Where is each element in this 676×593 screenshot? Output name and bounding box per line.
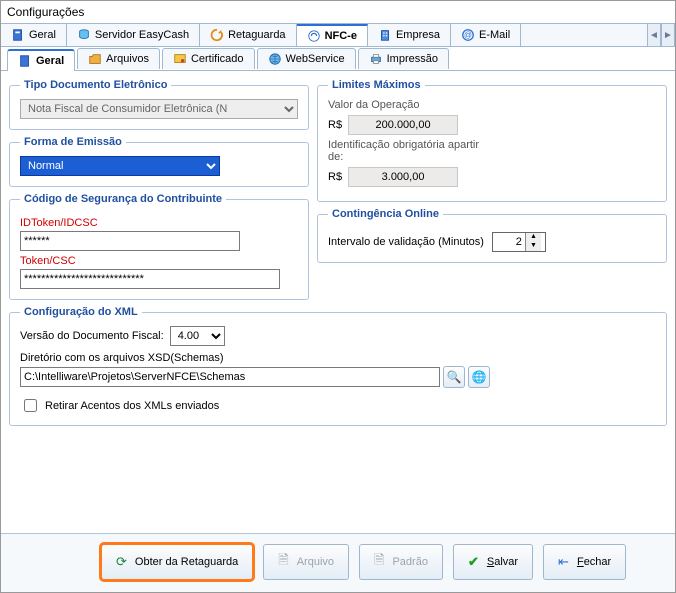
intervalo-spinner[interactable]: ▲ ▼ [492,232,546,252]
identificacao-label: Identificação obrigatória apartir de: [328,139,488,163]
obter-retaguarda-button[interactable]: ⟳ Obter da Retaguarda [101,544,253,580]
subtab-label: WebService [286,53,345,65]
refresh-icon: ⟳ [116,554,127,570]
group-limites-maximos: Limites Máximos Valor da Operação R$ 200… [317,79,667,202]
subtab-geral[interactable]: Geral [7,49,75,71]
retirar-acentos-label: Retirar Acentos dos XMLs enviados [45,400,219,412]
spinner-up[interactable]: ▲ [526,233,541,242]
group-tipo-documento: Tipo Documento Eletrônico Nota Fiscal de… [9,79,309,130]
button-label: Padrão [392,556,427,568]
group-forma-emissao: Forma de Emissão Normal [9,136,309,187]
padrao-button[interactable]: 🗎 Padrão [359,544,443,580]
tab-label: Servidor EasyCash [95,29,189,41]
search-icon: 🔍 [447,370,462,384]
group-config-xml: Configuração do XML Versão do Documento … [9,306,667,426]
certificate-icon [173,52,187,66]
content-area: Tipo Documento Eletrônico Nota Fiscal de… [1,71,675,533]
main-tabstrip: Geral Servidor EasyCash Retaguarda NFC-e… [1,23,675,47]
globe-download-icon: 🌐 [472,370,487,384]
arquivo-button[interactable]: 🗎 Arquivo [263,544,349,580]
group-legend: Tipo Documento Eletrônico [20,79,171,91]
valor-operacao-value: 200.000,00 [348,115,458,135]
valor-operacao-label: Valor da Operação [328,99,656,111]
forma-emissao-select[interactable]: Normal [20,156,220,176]
subtab-label: Certificado [191,53,244,65]
tab-label: NFC-e [325,30,357,42]
tab-servidor-easycash[interactable]: Servidor EasyCash [67,24,200,46]
versao-label: Versão do Documento Fiscal: [20,330,164,342]
subtab-webservice[interactable]: WebService [257,48,356,69]
tab-scroll-left[interactable]: ◄ [647,24,661,46]
download-button[interactable]: 🌐 [468,366,490,388]
tab-label: Empresa [396,29,440,41]
salvar-button[interactable]: ✔ Salvar [453,544,533,580]
subtab-label: Arquivos [106,53,149,65]
retirar-acentos-checkbox[interactable] [24,399,37,412]
database-icon [77,28,91,42]
idtoken-label: IDToken/IDCSC [20,217,298,229]
intervalo-label: Intervalo de validação (Minutos) [328,236,484,248]
tab-geral[interactable]: Geral [1,24,67,46]
group-legend: Forma de Emissão [20,136,126,148]
building-icon [378,28,392,42]
idtoken-input[interactable] [20,231,240,251]
identificacao-value: 3.000,00 [348,167,458,187]
at-icon: @ [461,28,475,42]
subtab-impressao[interactable]: Impressão [358,48,449,69]
tab-scroll-right[interactable]: ► [661,24,675,46]
group-contingencia: Contingência Online Intervalo de validaç… [317,208,667,263]
button-label: Obter da Retaguarda [135,556,238,568]
subtab-arquivos[interactable]: Arquivos [77,48,160,69]
group-legend: Código de Segurança do Contribuinte [20,193,226,205]
tab-email[interactable]: @ E-Mail [451,24,521,46]
spinner-down[interactable]: ▼ [526,242,541,251]
tab-label: Retaguarda [228,29,286,41]
bottom-button-bar: ⟳ Obter da Retaguarda 🗎 Arquivo 🗎 Padrão… [1,533,675,592]
subtab-certificado[interactable]: Certificado [162,48,255,69]
subtab-label: Impressão [387,53,438,65]
tab-label: E-Mail [479,29,510,41]
diretorio-input[interactable] [20,367,440,387]
token-label: Token/CSC [20,255,298,267]
group-legend: Configuração do XML [20,306,142,318]
nfce-icon [307,29,321,43]
diretorio-label: Diretório com os arquivos XSD(Schemas) [20,352,656,364]
fechar-button[interactable]: ⇤ Fechar [543,544,626,580]
folder-icon [88,52,102,66]
versao-select[interactable]: 4.00 [170,326,225,346]
svg-text:@: @ [464,31,472,40]
printer-icon [369,52,383,66]
sub-tabstrip: Geral Arquivos Certificado WebService Im… [1,47,675,71]
file-icon: 🗎 [374,551,384,573]
tab-label: Geral [29,29,56,41]
currency-label: R$ [328,171,342,183]
window-title: Configurações [1,1,675,23]
button-label: Salvar [487,556,518,568]
exit-icon: ⇤ [558,554,569,570]
file-icon: 🗎 [278,551,288,573]
subtab-label: Geral [36,55,64,67]
tipo-documento-select[interactable]: Nota Fiscal de Consumidor Eletrônica (N [20,99,298,119]
group-legend: Contingência Online [328,208,443,220]
tab-retaguarda[interactable]: Retaguarda [200,24,297,46]
refresh-icon [210,28,224,42]
check-icon: ✔ [468,554,479,570]
currency-label: R$ [328,119,342,131]
group-codigo-seguranca: Código de Segurança do Contribuinte IDTo… [9,193,309,300]
token-input[interactable] [20,269,280,289]
group-legend: Limites Máximos [328,79,425,91]
globe-icon [268,52,282,66]
tab-empresa[interactable]: Empresa [368,24,451,46]
browse-button[interactable]: 🔍 [443,366,465,388]
button-label: Fechar [577,556,611,568]
button-label: Arquivo [297,556,334,568]
intervalo-input[interactable] [493,233,525,251]
book-icon [11,28,25,42]
tab-nfce[interactable]: NFC-e [297,24,368,46]
book-icon [18,54,32,68]
